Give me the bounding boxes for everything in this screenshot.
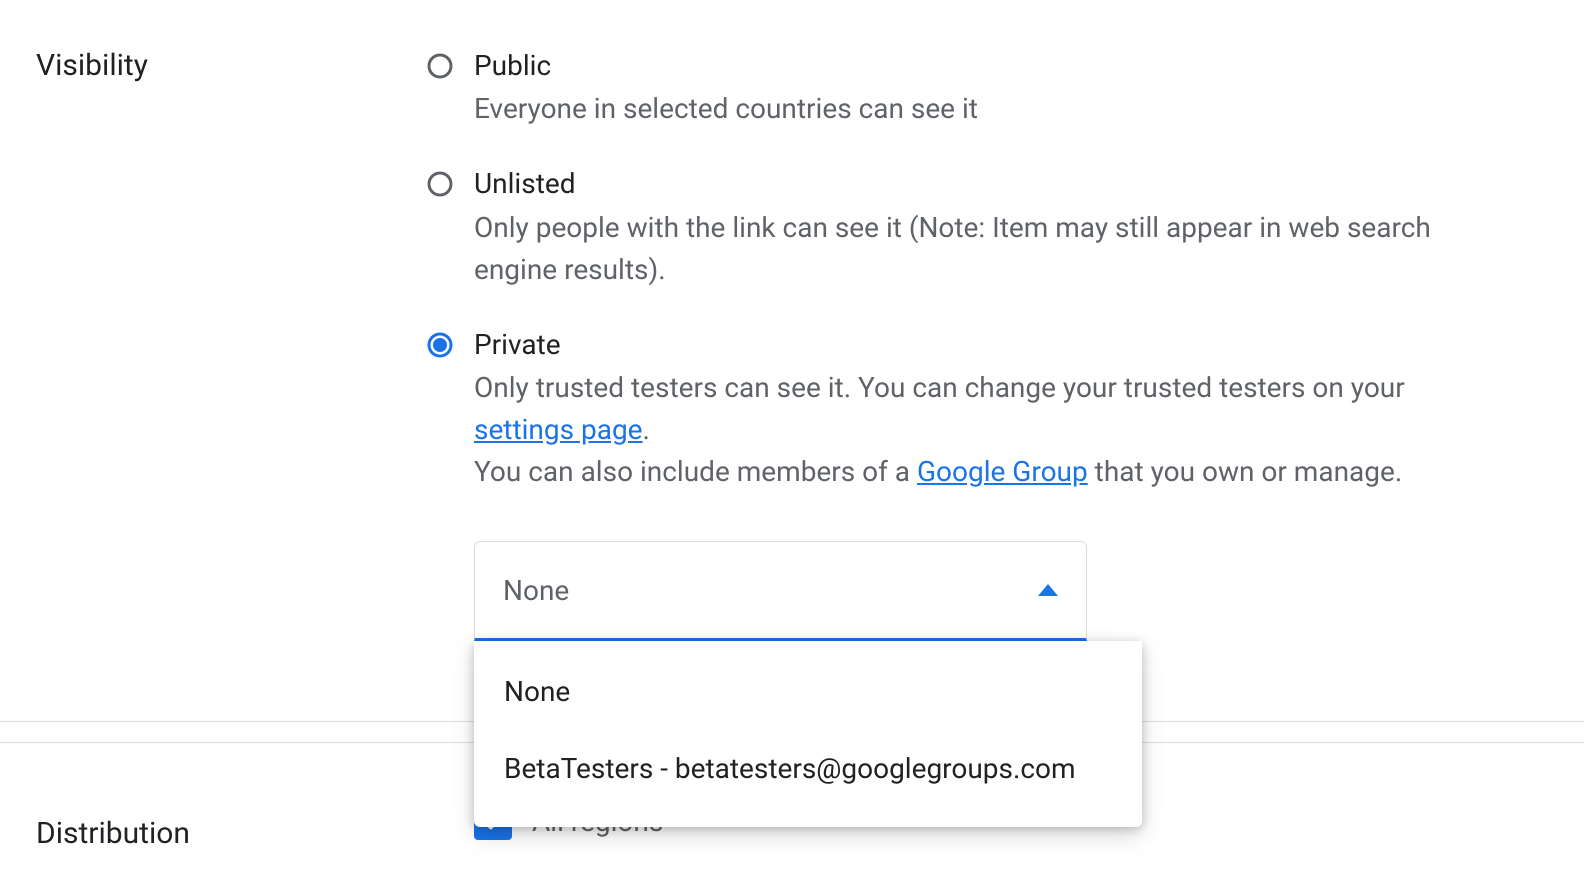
settings-page-link[interactable]: settings page bbox=[474, 413, 643, 446]
distribution-label: Distribution bbox=[36, 802, 426, 851]
desc-text: Only trusted testers can see it. You can… bbox=[474, 371, 1405, 404]
group-dropdown-wrap: None None BetaTesters - betatesters@goog… bbox=[474, 541, 1087, 641]
dropdown-option-none[interactable]: None bbox=[474, 653, 1142, 730]
radio-content: Public Everyone in selected countries ca… bbox=[474, 48, 1508, 130]
visibility-section: Visibility Public Everyone in selected c… bbox=[0, 0, 1584, 641]
desc-text: . bbox=[643, 413, 650, 446]
radio-content: Unlisted Only people with the link can s… bbox=[474, 166, 1508, 290]
group-dropdown[interactable]: None bbox=[474, 541, 1087, 641]
option-desc: Everyone in selected countries can see i… bbox=[474, 88, 1508, 130]
dropdown-value: None bbox=[503, 574, 569, 607]
radio-unchecked-icon bbox=[426, 170, 454, 198]
visibility-body: Public Everyone in selected countries ca… bbox=[426, 0, 1548, 641]
visibility-label: Visibility bbox=[36, 0, 426, 641]
dropdown-menu: None BetaTesters - betatesters@googlegro… bbox=[474, 641, 1142, 827]
option-title: Private bbox=[474, 327, 1508, 363]
option-title: Public bbox=[474, 48, 1508, 84]
visibility-option-unlisted[interactable]: Unlisted Only people with the link can s… bbox=[426, 166, 1508, 290]
google-group-link[interactable]: Google Group bbox=[917, 455, 1088, 488]
radio-checked-icon bbox=[426, 331, 454, 359]
radio-unchecked-icon bbox=[426, 52, 454, 80]
caret-up-icon bbox=[1038, 584, 1058, 596]
option-title: Unlisted bbox=[474, 166, 1508, 202]
desc-text: You can also include members of a bbox=[474, 455, 917, 488]
visibility-option-private[interactable]: Private Only trusted testers can see it.… bbox=[426, 327, 1508, 493]
visibility-option-public[interactable]: Public Everyone in selected countries ca… bbox=[426, 48, 1508, 130]
dropdown-option-betatesters[interactable]: BetaTesters - betatesters@googlegroups.c… bbox=[474, 730, 1142, 807]
option-desc: Only trusted testers can see it. You can… bbox=[474, 367, 1508, 493]
desc-text: that you own or manage. bbox=[1088, 455, 1403, 488]
radio-content: Private Only trusted testers can see it.… bbox=[474, 327, 1508, 493]
option-desc: Only people with the link can see it (No… bbox=[474, 207, 1508, 291]
